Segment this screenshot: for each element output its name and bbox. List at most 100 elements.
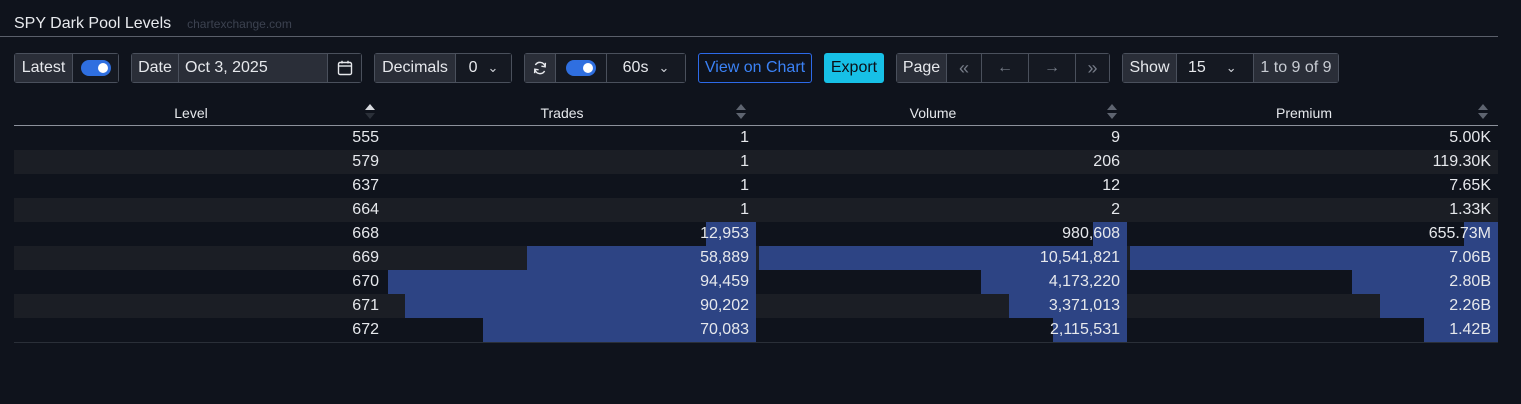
trades-value: 58,889: [700, 249, 749, 266]
last-page-button[interactable]: »: [1075, 54, 1109, 82]
cell-volume: 4,173,220: [759, 270, 1127, 294]
premium-value: 2.26B: [1449, 297, 1491, 314]
level-value: 668: [352, 225, 379, 242]
cell-volume: 12: [759, 174, 1127, 198]
sort-icon[interactable]: [1478, 104, 1488, 120]
trades-value: 94,459: [700, 273, 749, 290]
chevron-down-icon: ⌄: [658, 60, 670, 75]
cell-premium: 7.65K: [1130, 174, 1498, 198]
cell-level: 579: [14, 150, 386, 174]
trades-value: 1: [740, 201, 749, 218]
cell-trades: 12,953: [388, 222, 756, 246]
column-header-volume[interactable]: Volume: [759, 105, 1107, 121]
date-label: Date: [132, 54, 178, 82]
decimals-group: Decimals 0 ⌄: [374, 53, 512, 83]
level-value: 664: [352, 201, 379, 218]
title-divider: [0, 36, 1498, 37]
cell-trades: 58,889: [388, 246, 756, 270]
table-row: 579 1 206 119.30K: [14, 150, 1498, 174]
refresh-interval-value: 60s: [622, 59, 649, 76]
trades-value: 12,953: [700, 225, 749, 242]
volume-value: 206: [1093, 153, 1120, 170]
trades-value: 1: [740, 153, 749, 170]
view-on-chart-button[interactable]: View on Chart: [698, 53, 812, 83]
table-body: 555 1 9 5.00K 579 1 206 119.30K 637 1 12 7.65K 664 1 2…: [14, 126, 1498, 342]
toggle-switch-icon: [566, 60, 596, 76]
pagination-group: Page « ← → »: [896, 53, 1110, 83]
column-header-level[interactable]: Level: [14, 105, 368, 121]
latest-group: Latest: [14, 53, 119, 83]
cell-premium: 5.00K: [1130, 126, 1498, 150]
volume-value: 10,541,821: [1039, 249, 1120, 266]
premium-value: 1.33K: [1449, 201, 1491, 218]
volume-value: 3,371,013: [1048, 297, 1120, 314]
cell-trades: 1: [388, 126, 756, 150]
first-page-button[interactable]: «: [946, 54, 981, 82]
latest-label: Latest: [15, 54, 72, 82]
latest-toggle[interactable]: [72, 54, 118, 82]
sort-ascending-icon[interactable]: [365, 104, 375, 120]
premium-value: 119.30K: [1432, 153, 1491, 170]
level-value: 671: [352, 297, 379, 314]
decimals-value: 0: [468, 59, 478, 76]
premium-value: 7.65K: [1449, 177, 1491, 194]
premium-value: 1.42B: [1449, 321, 1491, 338]
level-value: 555: [352, 129, 379, 146]
cell-level: 672: [14, 318, 386, 342]
table-row: 555 1 9 5.00K: [14, 126, 1498, 150]
show-select[interactable]: 15 ⌄: [1176, 54, 1253, 82]
cell-level: 555: [14, 126, 386, 150]
next-page-button[interactable]: →: [1028, 54, 1075, 82]
trades-value: 70,083: [700, 321, 749, 338]
cell-premium: 1.33K: [1130, 198, 1498, 222]
sort-icon[interactable]: [1107, 104, 1117, 120]
premium-bar: [1130, 246, 1498, 270]
table-row: 672 70,083 2,115,531 1.42B: [14, 318, 1498, 342]
volume-value: 4,173,220: [1048, 273, 1120, 290]
auto-refresh-toggle[interactable]: [555, 54, 606, 82]
table-header: Level Trades Volume Premium: [14, 101, 1498, 126]
refresh-interval-select[interactable]: 60s ⌄: [606, 54, 685, 82]
sort-icon[interactable]: [736, 104, 746, 120]
cell-trades: 1: [388, 174, 756, 198]
volume-value: 9: [1111, 129, 1120, 146]
show-value: 15: [1188, 59, 1206, 76]
calendar-button[interactable]: [327, 54, 361, 82]
refresh-group: 60s ⌄: [524, 53, 686, 83]
cell-volume: 2: [759, 198, 1127, 222]
table-row: 664 1 2 1.33K: [14, 198, 1498, 222]
volume-value: 2: [1111, 201, 1120, 218]
column-header-trades[interactable]: Trades: [388, 105, 736, 121]
cell-trades: 1: [388, 150, 756, 174]
decimals-select[interactable]: 0 ⌄: [455, 54, 511, 82]
levels-table: Level Trades Volume Premium 555 1 9 5.00K 57…: [14, 101, 1498, 343]
export-button[interactable]: Export: [824, 53, 884, 83]
premium-value: 655.73M: [1428, 225, 1491, 242]
range-text: 1 to 9 of 9: [1253, 54, 1338, 82]
table-bottom-rule: [14, 342, 1498, 343]
show-label: Show: [1123, 54, 1176, 82]
refresh-button[interactable]: [525, 54, 555, 82]
page-header: SPY Dark Pool Levels chartexchange.com: [14, 15, 292, 33]
date-input[interactable]: Oct 3, 2025: [178, 54, 327, 82]
chevron-down-icon: ⌄: [487, 60, 499, 75]
cell-trades: 1: [388, 198, 756, 222]
date-group: Date Oct 3, 2025: [131, 53, 362, 83]
refresh-icon: [533, 61, 547, 75]
prev-page-button[interactable]: ←: [981, 54, 1028, 82]
page-label: Page: [897, 54, 946, 82]
cell-volume: 980,608: [759, 222, 1127, 246]
page-title: SPY Dark Pool Levels: [14, 15, 172, 32]
cell-premium: 1.42B: [1130, 318, 1498, 342]
show-group: Show 15 ⌄ 1 to 9 of 9: [1122, 53, 1339, 83]
trades-value: 90,202: [700, 297, 749, 314]
table-row: 668 12,953 980,608 655.73M: [14, 222, 1498, 246]
table-row: 670 94,459 4,173,220 2.80B: [14, 270, 1498, 294]
table-row: 637 1 12 7.65K: [14, 174, 1498, 198]
volume-value: 2,115,531: [1050, 321, 1120, 338]
cell-trades: 94,459: [388, 270, 756, 294]
table-row: 671 90,202 3,371,013 2.26B: [14, 294, 1498, 318]
cell-trades: 90,202: [388, 294, 756, 318]
column-header-premium[interactable]: Premium: [1130, 105, 1478, 121]
cell-level: 670: [14, 270, 386, 294]
